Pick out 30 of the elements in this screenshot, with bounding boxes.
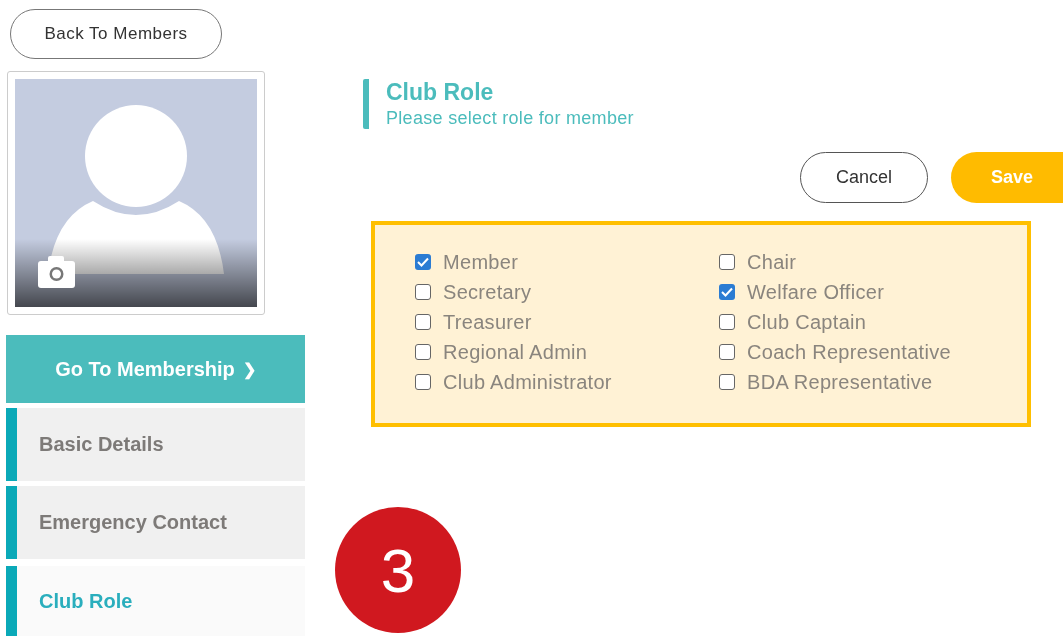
cancel-button[interactable]: Cancel: [800, 152, 928, 203]
checkbox[interactable]: [415, 344, 431, 360]
go-to-membership-button[interactable]: Go To Membership ❯: [6, 335, 305, 403]
camera-icon[interactable]: [38, 256, 75, 288]
sidebar-item[interactable]: Club Role: [6, 566, 305, 636]
checkbox-label: Chair: [747, 250, 797, 274]
sidebar-item[interactable]: Basic Details: [6, 408, 305, 481]
checkbox-label: Secretary: [443, 280, 532, 304]
checkbox-label: Welfare Officer: [747, 280, 885, 304]
checkbox-label: Club Captain: [747, 310, 867, 334]
checkbox[interactable]: [415, 254, 431, 270]
checkbox[interactable]: [415, 314, 431, 330]
checkbox-label: Regional Admin: [443, 340, 588, 364]
checkbox-label: Coach Representative: [747, 340, 951, 364]
checkbox[interactable]: [719, 254, 735, 270]
checkbox-label: Treasurer: [443, 310, 532, 334]
sidebar-item[interactable]: Emergency Contact: [6, 486, 305, 559]
section-title: Club Role: [386, 79, 495, 106]
checkbox[interactable]: [719, 374, 735, 390]
checkbox[interactable]: [415, 284, 431, 300]
checkbox[interactable]: [415, 374, 431, 390]
checkbox[interactable]: [719, 284, 735, 300]
section-subtitle: Please select role for member: [386, 108, 635, 129]
checkbox[interactable]: [719, 344, 735, 360]
checkbox-label: BDA Representative: [747, 370, 933, 394]
step-badge: 3: [335, 507, 461, 633]
back-button[interactable]: Back To Members: [10, 9, 222, 59]
checkbox[interactable]: [719, 314, 735, 330]
checkbox-label: Member: [443, 250, 519, 274]
checkbox-label: Club Administrator: [443, 370, 612, 394]
